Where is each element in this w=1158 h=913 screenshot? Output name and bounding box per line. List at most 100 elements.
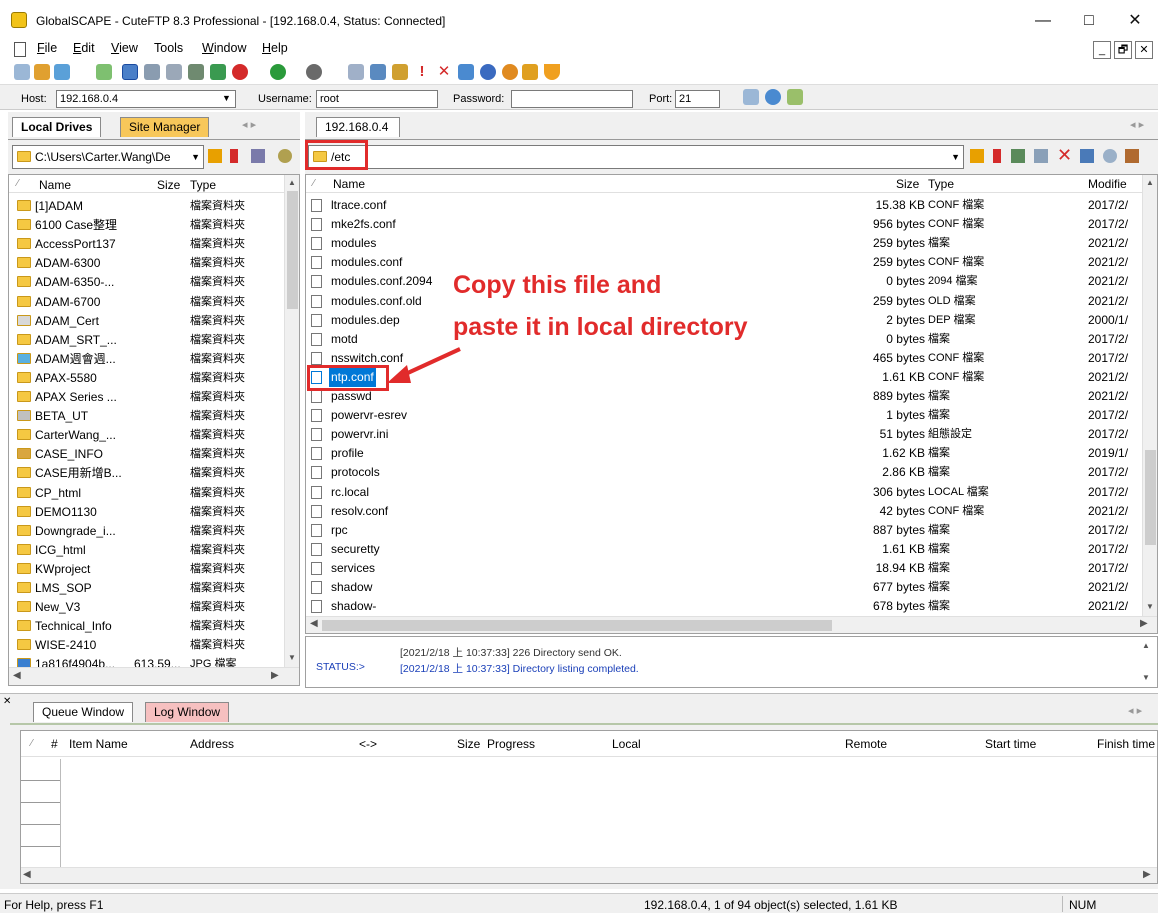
port-input[interactable]: 21 [675,90,720,108]
tab-scroll-arrows[interactable]: ◂ ▸ [1130,118,1144,131]
refresh-icon[interactable] [1011,149,1025,163]
connect-icon[interactable] [14,64,30,80]
local-list-item[interactable]: AccessPort137 檔案資料夾 [17,235,282,254]
local-list-item[interactable]: APAX Series ... 檔案資料夾 [17,388,282,407]
remote-list-item[interactable]: modules.conf.2094 0 bytes 2094 檔案 2021/2/ [311,272,1141,291]
scroll-down-icon[interactable]: ▼ [1146,602,1154,611]
maximize-button[interactable]: □ [1066,8,1112,34]
column-start-time[interactable]: Start time [985,737,1036,751]
remote-list-item[interactable]: mke2fs.conf 956 bytes CONF 檔案 2017/2/ [311,215,1141,234]
menu-window[interactable]: Window [202,41,246,55]
menu-tools[interactable]: Tools [154,41,183,55]
column-remote[interactable]: Remote [845,737,887,751]
password-input[interactable] [511,90,633,108]
scroll-right-icon[interactable]: ▶ [271,670,279,681]
tab-queue-window[interactable]: Queue Window [33,702,134,722]
column-local[interactable]: Local [612,737,641,751]
remote-list-item[interactable]: profile 1.62 KB 檔案 2019/1/ [311,444,1141,463]
view-icon[interactable] [1080,149,1094,163]
local-list-item[interactable]: CASE_INFO 檔案資料夾 [17,445,282,464]
cancel-icon[interactable] [232,64,248,80]
column-type[interactable]: Type [928,177,954,191]
minimize-button[interactable]: — [1020,8,1066,34]
column-direction[interactable]: <-> [359,737,377,751]
view-icon[interactable] [370,64,386,80]
properties-icon[interactable] [1125,149,1139,163]
remote-vertical-scrollbar[interactable]: ▲ ▼ [1142,175,1157,616]
local-path-input[interactable]: C:\Users\Carter.Wang\De ▼ [12,145,204,169]
remote-list-item[interactable]: modules.conf.old 259 bytes OLD 檔案 2021/2/ [311,292,1141,311]
column-finish-time[interactable]: Finish time [1097,737,1155,751]
local-list-item[interactable]: CarterWang_... 檔案資料夾 [17,426,282,445]
local-list-item[interactable]: New_V3 檔案資料夾 [17,598,282,617]
sync-icon[interactable] [278,149,292,163]
remote-list-item[interactable]: shadow- 678 bytes 檔案 2021/2/ [311,597,1141,616]
remote-list-item[interactable]: modules 259 bytes 檔案 2021/2/ [311,234,1141,253]
quick-connect-icon[interactable] [34,64,50,80]
up-folder-icon[interactable] [970,149,984,163]
menu-view[interactable]: View [111,41,138,55]
settings-icon[interactable] [502,64,518,80]
scroll-up-icon[interactable]: ▲ [1146,178,1154,187]
chevron-down-icon[interactable]: ▼ [191,146,200,168]
local-list-item[interactable]: ICG_html 檔案資料夾 [17,541,282,560]
menu-edit[interactable]: Edit [73,41,95,55]
properties-icon[interactable] [458,64,474,80]
local-list-item[interactable]: ADAM-6300 檔案資料夾 [17,254,282,273]
remote-list-item[interactable]: powervr.ini 51 bytes 組態設定 2017/2/ [311,425,1141,444]
close-icon[interactable]: ✕ [3,696,11,707]
scroll-down-icon[interactable]: ▼ [1142,673,1150,682]
exclamation-icon[interactable]: ! [414,64,430,80]
site-manager-icon[interactable] [54,64,70,80]
remote-list-item[interactable]: shadow 677 bytes 檔案 2021/2/ [311,578,1141,597]
connect-icon[interactable] [743,89,759,105]
scroll-down-icon[interactable]: ▼ [288,653,296,662]
new-folder-icon[interactable] [392,64,408,80]
local-list-item[interactable]: LMS_SOP 檔案資料夾 [17,579,282,598]
scroll-left-icon[interactable]: ◀ [310,618,318,629]
column-size[interactable]: Size [896,177,919,191]
username-input[interactable]: root [316,90,438,108]
local-list-item[interactable]: DEMO1130 檔案資料夾 [17,503,282,522]
scroll-up-icon[interactable]: ▲ [1142,641,1150,650]
stop-icon[interactable] [230,149,238,163]
remote-path-input[interactable]: /etc ▼ [308,145,964,169]
remote-list-item[interactable]: securetty 1.61 KB 檔案 2017/2/ [311,540,1141,559]
download-icon[interactable] [210,64,226,80]
column-name[interactable]: Name [39,178,71,192]
remote-list-item[interactable]: powervr-esrev 1 bytes 檔案 2017/2/ [311,406,1141,425]
globe-icon[interactable] [480,64,496,80]
delete-icon[interactable]: ✕ [1057,145,1072,166]
local-list-item[interactable]: APAX-5580 檔案資料夾 [17,369,282,388]
tab-local-drives[interactable]: Local Drives [12,117,102,137]
remote-list-item[interactable]: rpc 887 bytes 檔案 2017/2/ [311,521,1141,540]
disconnect-icon[interactable] [96,64,112,80]
remote-horizontal-scrollbar[interactable]: ◀ ▶ [306,616,1157,633]
queue-horizontal-scrollbar[interactable]: ◀ ▶ [21,867,1157,883]
local-list-item[interactable]: BETA_UT 檔案資料夾 [17,407,282,426]
column-name[interactable]: Name [333,177,365,191]
globe-icon[interactable] [765,89,781,105]
shield-icon[interactable] [544,64,560,80]
search-icon[interactable] [1034,149,1048,163]
menu-help[interactable]: Help [262,41,288,55]
search-icon[interactable] [144,64,160,80]
local-list-item[interactable]: CP_html 檔案資料夾 [17,484,282,503]
edit-icon[interactable] [348,64,364,80]
scroll-right-icon[interactable]: ▶ [1140,618,1148,629]
tab-site-manager[interactable]: Site Manager [120,117,210,137]
remote-list-item[interactable]: modules.conf 259 bytes CONF 檔案 2021/2/ [311,253,1141,272]
column-address[interactable]: Address [190,737,234,751]
column-number[interactable]: # [51,737,58,751]
column-type[interactable]: Type [190,178,216,192]
remote-list-item[interactable]: resolv.conf 42 bytes CONF 檔案 2021/2/ [311,502,1141,521]
scroll-up-icon[interactable]: ▲ [288,178,296,187]
local-list-item[interactable]: ADAM-6350-... 檔案資料夾 [17,273,282,292]
tab-scroll-arrows[interactable]: ◂ ▸ [1128,704,1142,717]
sync-icon[interactable] [1103,149,1117,163]
help-icon[interactable] [522,64,538,80]
local-list-item[interactable]: 6100 Case整理 檔案資料夾 [17,216,282,235]
column-modified[interactable]: Modifie [1088,177,1127,191]
local-vertical-scrollbar[interactable]: ▲ ▼ [284,175,299,667]
remote-scroll-thumb[interactable] [1145,450,1156,545]
